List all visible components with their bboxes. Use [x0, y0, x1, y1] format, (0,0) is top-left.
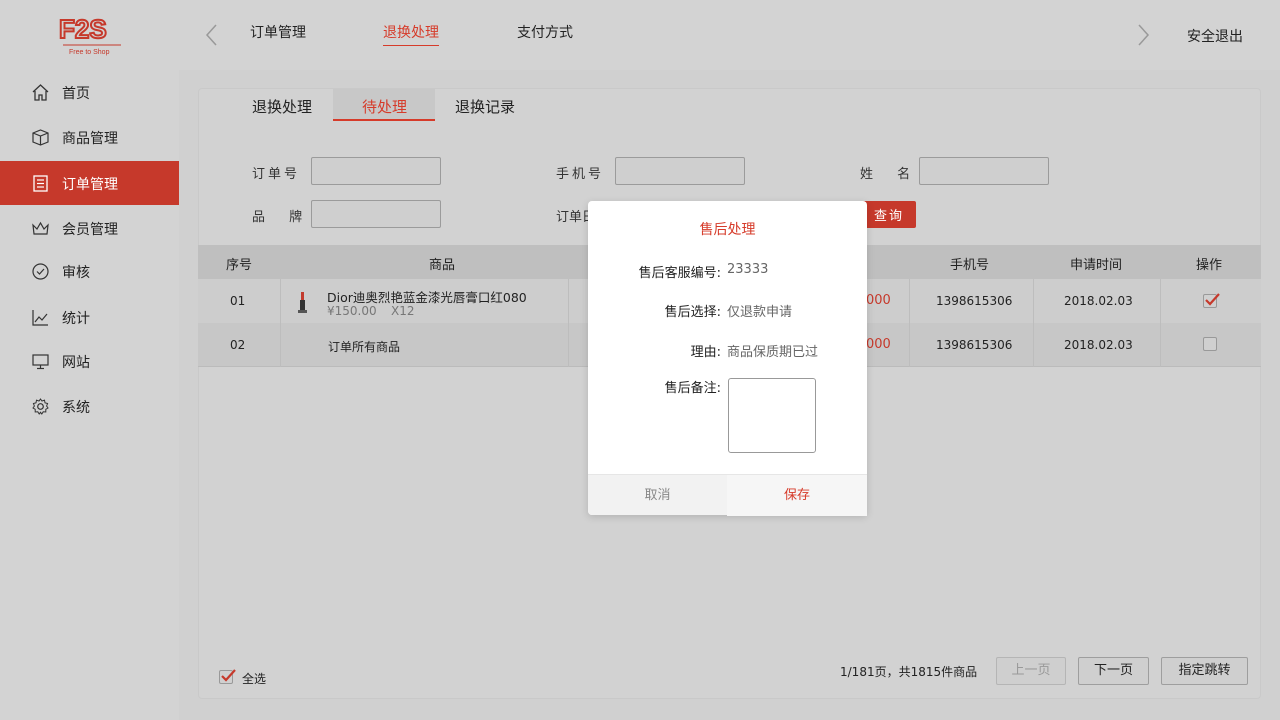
subtab-returns-processing[interactable]: 退换处理: [252, 96, 312, 122]
reason-value: 商品保质期已过: [727, 345, 819, 360]
sidebar-item-label: 会员管理: [62, 222, 118, 238]
row-checkbox-checked[interactable]: [1203, 293, 1220, 308]
top-bar: F2S Free to Shop 订单管理 退换处理 支付方式 安全退出: [0, 0, 1280, 70]
sidebar-item-label: 审核: [62, 265, 90, 281]
sidebar-item-statistics[interactable]: 统计: [0, 295, 179, 339]
row-phone: 1398615306: [936, 338, 1013, 352]
service-type-value: 仅退款申请: [727, 305, 793, 320]
sidebar-item-label: 统计: [62, 311, 90, 327]
row-phone: 1398615306: [936, 294, 1013, 308]
row-date: 2018.02.03: [1064, 338, 1133, 352]
nav-next-icon[interactable]: [1133, 22, 1153, 48]
column-divider: [280, 323, 281, 367]
tab-payment-methods[interactable]: 支付方式: [517, 22, 573, 46]
after-sales-dialog: 售后处理 售后客服编号: 23333 售后选择: 仅退款申请 理由: 商品保质期…: [588, 201, 867, 516]
prev-page-button[interactable]: 上一页: [996, 657, 1066, 685]
gear-icon: [31, 397, 50, 416]
column-divider: [1033, 279, 1034, 323]
select-all-checkbox[interactable]: [219, 669, 236, 684]
row-checkbox[interactable]: [1203, 337, 1217, 351]
column-divider: [568, 323, 569, 367]
row-amount: 000: [866, 337, 891, 352]
pagination-info: 1/181页，共1815件商品: [840, 665, 978, 679]
column-divider: [568, 279, 569, 323]
sidebar-item-products[interactable]: 商品管理: [0, 115, 179, 159]
save-button[interactable]: 保存: [727, 475, 867, 516]
product-name: 订单所有商品: [328, 340, 401, 354]
header-apply-time: 申请时间: [1070, 258, 1123, 273]
subtab-pending[interactable]: 待处理: [362, 96, 407, 122]
header-index: 序号: [226, 258, 253, 273]
row-index: 02: [230, 338, 246, 352]
check-circle-icon: [31, 262, 50, 281]
crown-icon: [31, 219, 50, 238]
sidebar: 首页 商品管理 订单管理 会员管理 审核 统计 网站 系统: [0, 70, 179, 720]
name-input[interactable]: [919, 157, 1049, 185]
column-divider: [909, 279, 910, 323]
column-divider: [909, 323, 910, 367]
note-textarea[interactable]: [728, 378, 816, 453]
phone-label: 手机号: [556, 167, 605, 182]
order-number-input[interactable]: [311, 157, 441, 185]
sidebar-item-system[interactable]: 系统: [0, 384, 179, 428]
sidebar-item-label: 网站: [62, 355, 90, 371]
brand-input[interactable]: [311, 200, 441, 228]
service-id-label: 售后客服编号:: [638, 266, 721, 281]
sidebar-item-website[interactable]: 网站: [0, 339, 179, 383]
logo[interactable]: F2S Free to Shop: [57, 13, 125, 56]
select-all-label[interactable]: 全选: [242, 670, 266, 687]
column-divider: [1160, 279, 1161, 323]
row-index: 01: [230, 294, 246, 308]
subtab-returns-records[interactable]: 退换记录: [455, 96, 515, 122]
service-type-label: 售后选择:: [664, 305, 721, 320]
column-divider: [280, 279, 281, 323]
column-divider: [1033, 323, 1034, 367]
header-phone: 手机号: [950, 258, 990, 273]
sidebar-item-members[interactable]: 会员管理: [0, 206, 179, 250]
phone-input[interactable]: [615, 157, 745, 185]
jump-page-button[interactable]: 指定跳转: [1161, 657, 1248, 685]
sidebar-item-review[interactable]: 审核: [0, 249, 179, 293]
nav-prev-icon[interactable]: [202, 22, 222, 48]
sidebar-item-home[interactable]: 首页: [0, 70, 179, 114]
next-page-button[interactable]: 下一页: [1078, 657, 1149, 685]
note-label: 售后备注:: [664, 381, 721, 396]
svg-text:F2S: F2S: [59, 14, 107, 44]
row-amount: 000: [866, 293, 891, 308]
brand-label: 品 牌: [252, 210, 313, 225]
monitor-icon: [31, 352, 50, 371]
box-icon: [31, 128, 50, 147]
lipstick-thumbnail: [297, 290, 309, 318]
sidebar-item-label: 系统: [62, 400, 90, 416]
tab-returns-processing[interactable]: 退换处理: [383, 22, 439, 46]
column-divider: [1160, 323, 1161, 367]
product-quantity: X12: [391, 304, 415, 318]
document-icon: [31, 174, 50, 193]
name-label: 姓 名: [860, 167, 921, 182]
order-number-label: 订单号: [252, 167, 301, 182]
service-id-value: 23333: [727, 262, 769, 277]
cancel-button[interactable]: 取消: [588, 475, 727, 516]
dialog-footer: 取消 保存: [588, 474, 867, 516]
logo-subtitle: Free to Shop: [69, 49, 110, 56]
query-button[interactable]: 查询: [862, 201, 916, 228]
home-icon: [31, 83, 50, 102]
dialog-title: 售后处理: [699, 222, 756, 238]
header-product: 商品: [429, 258, 456, 273]
sidebar-item-orders[interactable]: 订单管理: [0, 161, 179, 205]
line-chart-icon: [31, 308, 50, 327]
tab-order-management[interactable]: 订单管理: [250, 22, 306, 46]
sidebar-item-label: 首页: [62, 86, 90, 102]
header-action: 操作: [1196, 258, 1223, 273]
sidebar-item-label: 商品管理: [62, 131, 118, 147]
logout-button[interactable]: 安全退出: [1187, 26, 1243, 46]
row-date: 2018.02.03: [1064, 294, 1133, 308]
product-price: ¥150.00: [327, 304, 377, 318]
sidebar-item-label: 订单管理: [62, 177, 118, 193]
reason-label: 理由:: [690, 345, 721, 360]
